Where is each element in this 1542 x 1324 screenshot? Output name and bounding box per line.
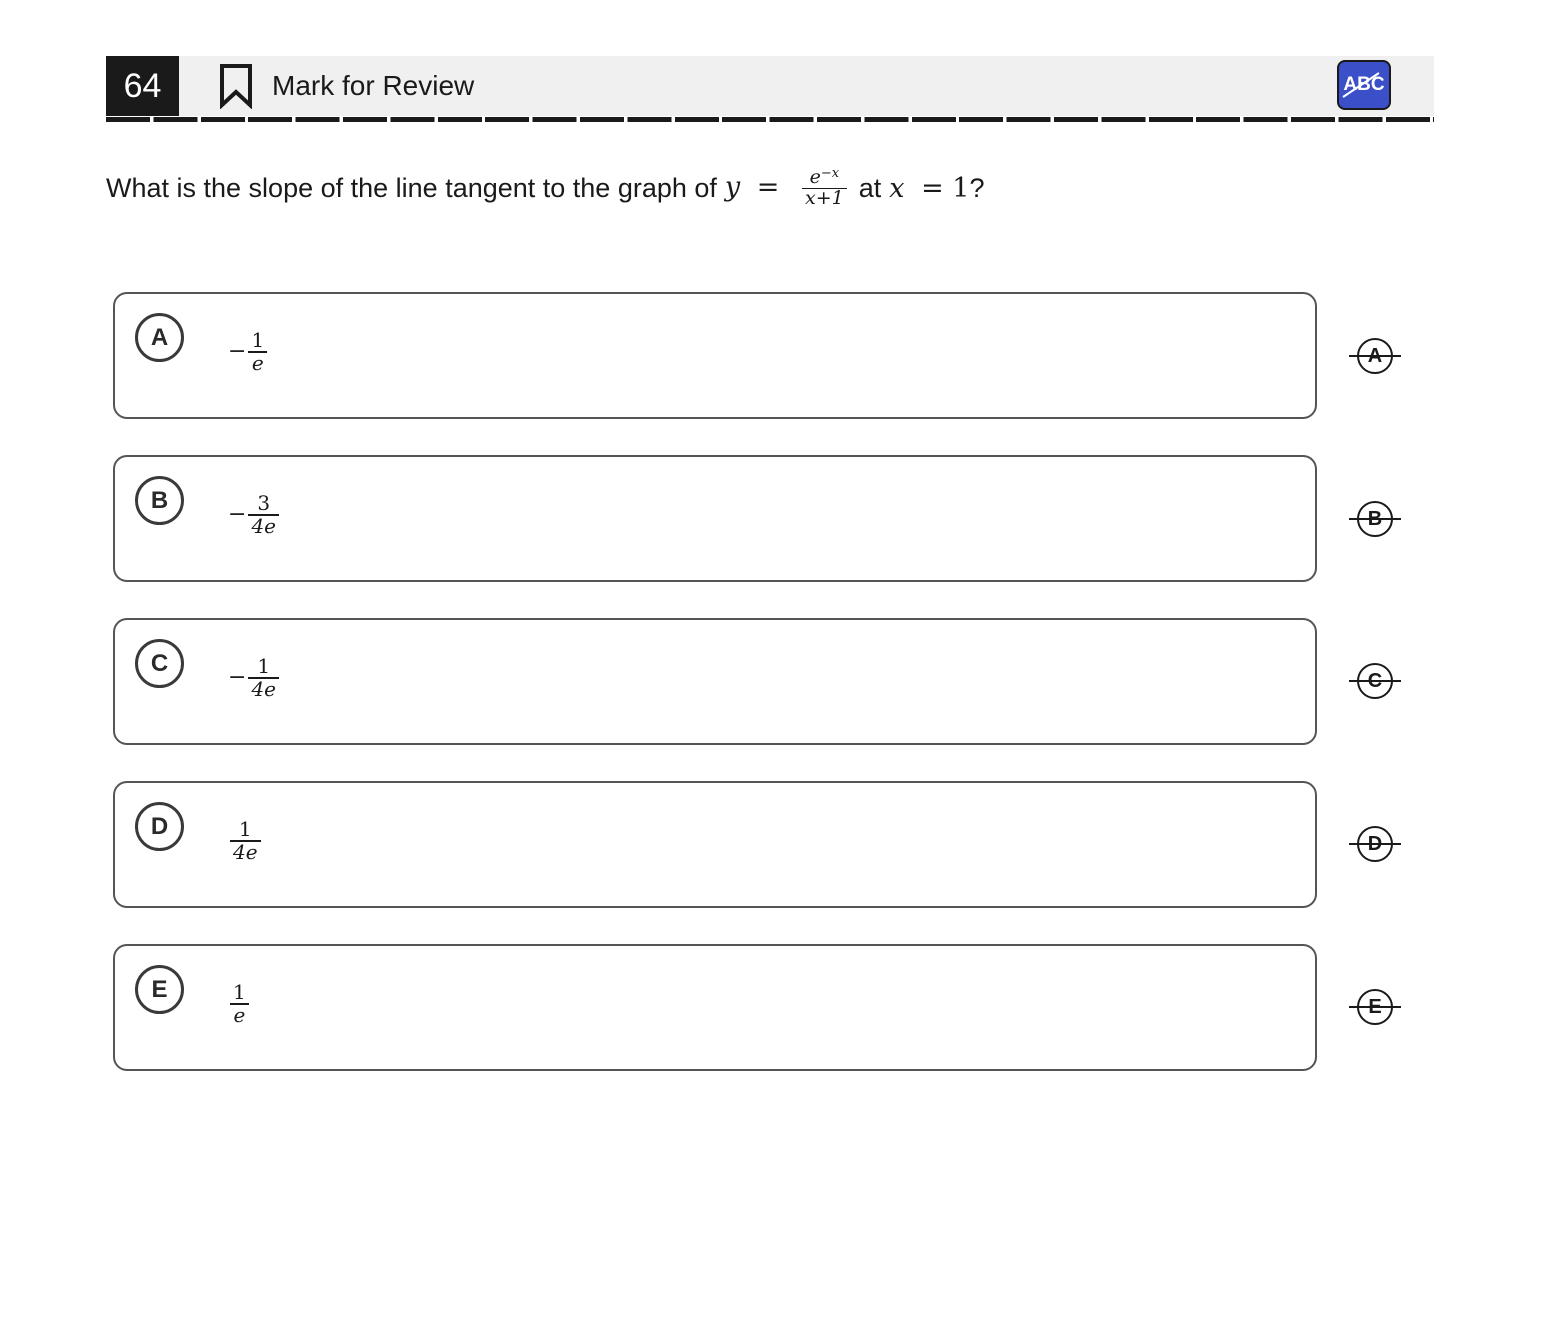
choice-value: − 1 e (228, 328, 268, 375)
question-number: 64 (106, 56, 179, 116)
question-header: 64 Mark for Review ABC (106, 56, 1434, 116)
mark-for-review-label: Mark for Review (272, 70, 475, 101)
choice-fraction: 1 4e (248, 656, 279, 700)
choice-letter-badge: D (135, 802, 184, 851)
fraction-numerator: 1 (257, 654, 271, 678)
question-prefix: What is the slope of the line tangent to… (106, 172, 717, 203)
choice-value: − 3 4e (228, 493, 279, 537)
question-text: What is the slope of the line tangent to… (106, 160, 985, 216)
eliminate-choice-d-button[interactable]: D (1349, 824, 1401, 864)
fraction-denominator: x+1 (804, 187, 844, 210)
choice-value: − 1 4e (228, 656, 279, 700)
answer-choice-e[interactable]: E 1 e (113, 944, 1317, 1071)
strikethrough-letter-icon: A (1349, 338, 1401, 374)
fraction-numerator: 3 (257, 491, 271, 515)
answer-choice-a[interactable]: A − 1 e (113, 292, 1317, 419)
eliminate-choice-e-button[interactable]: E (1349, 987, 1401, 1027)
negative-sign: − (228, 502, 247, 528)
fraction-numerator: 1 (238, 817, 252, 841)
choice-value: 1 4e (228, 819, 261, 863)
y-variable: y (724, 171, 741, 203)
header-divider (106, 117, 1434, 122)
strikethrough-abc-icon: ABC (1342, 72, 1385, 98)
strikethrough-letter-icon: B (1349, 501, 1401, 537)
choice-fraction: 3 4e (248, 493, 279, 537)
choice-letter-badge: E (135, 965, 184, 1014)
fraction-denominator: 4e (233, 839, 258, 864)
choice-letter-badge: A (135, 313, 184, 362)
strikethrough-letter-icon: D (1349, 826, 1401, 862)
choice-value: 1 e (228, 982, 249, 1026)
fraction-denominator: e (251, 350, 264, 375)
fraction-denominator: e (233, 1002, 246, 1027)
answer-choice-d[interactable]: D 1 4e (113, 781, 1317, 908)
fraction-numerator-base: e (809, 165, 821, 188)
x-value: = 1 (921, 172, 970, 204)
choice-fraction: 1 4e (230, 819, 261, 863)
mark-for-review-button[interactable]: Mark for Review (218, 56, 474, 116)
question-fraction: e−x x+1 (801, 165, 847, 210)
bookmark-icon (220, 64, 252, 109)
fraction-numerator-exponent: −x (820, 165, 840, 181)
strikethrough-letter-icon: C (1349, 663, 1401, 699)
answer-choice-c[interactable]: C − 1 4e (113, 618, 1317, 745)
question-math: y = e−x x+1 (724, 165, 853, 210)
answer-choice-b[interactable]: B − 3 4e (113, 455, 1317, 582)
fraction-numerator: 1 (251, 328, 265, 352)
choice-letter-badge: C (135, 639, 184, 688)
eliminate-choice-c-button[interactable]: C (1349, 661, 1401, 701)
negative-sign: − (228, 339, 247, 365)
fraction-denominator: 4e (251, 676, 276, 701)
x-variable: x (889, 172, 905, 204)
eliminate-choice-b-button[interactable]: B (1349, 499, 1401, 539)
equals-sign: = (756, 171, 780, 203)
answer-eliminator-toggle[interactable]: ABC (1337, 60, 1391, 110)
strikethrough-letter-icon: E (1349, 989, 1401, 1025)
choice-fraction: 1 e (248, 328, 268, 375)
question-suffix: ? (969, 172, 985, 203)
fraction-numerator: 1 (233, 980, 246, 1004)
choice-fraction: 1 e (230, 982, 249, 1026)
fraction-denominator: 4e (251, 513, 276, 538)
choice-letter-badge: B (135, 476, 184, 525)
eliminate-choice-a-button[interactable]: A (1349, 336, 1401, 376)
negative-sign: − (228, 665, 247, 691)
question-mid-text: at (858, 172, 882, 203)
